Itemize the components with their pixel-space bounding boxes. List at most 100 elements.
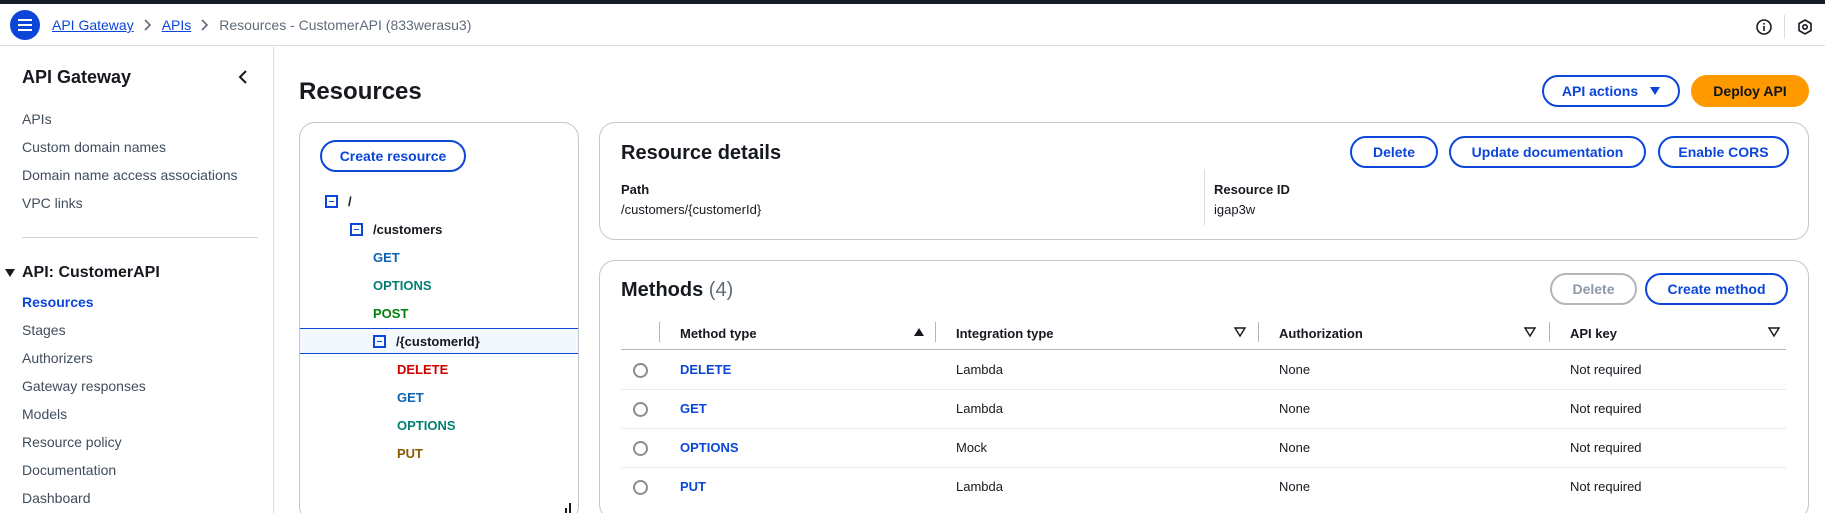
tree-node-label: /customers [373, 221, 443, 237]
sidebar-item-stages[interactable]: Stages [22, 322, 66, 338]
collapse-box-icon[interactable] [350, 222, 363, 236]
sidebar-title: API Gateway [22, 67, 132, 87]
cell-method[interactable]: PUT [680, 479, 706, 494]
table-row[interactable]: PUT Lambda None Not required [621, 468, 1786, 507]
deploy-api-button[interactable]: Deploy API [1691, 75, 1809, 107]
path-label: Path [621, 182, 650, 197]
api-actions-label: API actions [1561, 83, 1639, 99]
tree-method-delete[interactable]: DELETE [397, 359, 448, 379]
cell-method[interactable]: DELETE [680, 362, 731, 377]
sidebar-item-vpc-links[interactable]: VPC links [22, 195, 83, 211]
breadcrumb-api-gateway[interactable]: API Gateway [52, 17, 134, 33]
sidebar-item-domain-name-access[interactable]: Domain name access associations [22, 167, 238, 183]
chevron-right-icon [201, 19, 209, 31]
cell-method[interactable]: OPTIONS [680, 440, 739, 455]
tree-node-customer-id[interactable]: /{customerId} [373, 331, 480, 351]
sidebar-item-authorizers[interactable]: Authorizers [22, 350, 93, 366]
api-actions-button[interactable]: API actions [1542, 75, 1680, 107]
tree-node-label: / [348, 193, 352, 209]
sidebar-section-customerapi[interactable]: API: CustomerAPI [5, 264, 160, 282]
methods-title: Methods (4) [621, 279, 733, 302]
sidebar-item-resources[interactable]: Resources [22, 294, 94, 310]
collapse-box-icon[interactable] [325, 194, 338, 208]
row-radio[interactable] [633, 402, 648, 417]
sidebar: API Gateway APIs Custom domain names Dom… [0, 47, 274, 513]
collapse-box-icon[interactable] [373, 334, 386, 348]
cell-integration: Lambda [956, 401, 1003, 416]
path-value: /customers/{customerId} [621, 202, 762, 217]
sidebar-divider [22, 237, 258, 238]
resource-tree-panel: Create resource / /customers GET OPTIONS… [299, 122, 579, 513]
tree-method-post[interactable]: POST [373, 303, 408, 323]
tree-method-get[interactable]: GET [397, 387, 424, 407]
row-radio[interactable] [633, 363, 648, 378]
sidebar-section-label: API: CustomerAPI [22, 264, 160, 281]
column-method-type[interactable]: Method type [680, 326, 757, 341]
create-method-button[interactable]: Create method [1645, 273, 1788, 305]
sort-ascending-icon[interactable] [913, 326, 925, 338]
cell-integration: Mock [956, 440, 988, 455]
tree-method-options[interactable]: OPTIONS [373, 275, 432, 295]
cell-api-key: Not required [1570, 362, 1642, 377]
create-resource-button[interactable]: Create resource [320, 140, 466, 172]
cell-authorization: None [1279, 362, 1311, 377]
resource-details-card: Resource details Delete Update documenta… [599, 122, 1809, 240]
tree-node-root[interactable]: / [325, 191, 352, 211]
column-divider [1549, 322, 1550, 342]
tree-method-options[interactable]: OPTIONS [397, 415, 456, 435]
column-api-key[interactable]: API key [1570, 326, 1617, 341]
tree-method-put[interactable]: PUT [397, 443, 423, 463]
sidebar-item-documentation[interactable]: Documentation [22, 462, 116, 478]
cell-authorization: None [1279, 401, 1311, 416]
settings-hexagon-icon[interactable] [1795, 17, 1815, 37]
info-icon[interactable] [1754, 17, 1774, 37]
sidebar-item-gateway-responses[interactable]: Gateway responses [22, 378, 146, 394]
column-divider [659, 322, 660, 342]
cell-api-key: Not required [1570, 401, 1642, 416]
resource-details-title: Resource details [621, 142, 782, 164]
breadcrumb-current: Resources - CustomerAPI (833werasu3) [219, 17, 472, 33]
column-integration-type[interactable]: Integration type [956, 326, 1054, 341]
caret-down-icon [1650, 87, 1661, 95]
column-divider [1258, 322, 1259, 342]
cell-integration: Lambda [956, 362, 1003, 377]
delete-resource-button[interactable]: Delete [1350, 136, 1438, 168]
sort-descending-icon[interactable] [1768, 326, 1780, 338]
update-documentation-button[interactable]: Update documentation [1449, 136, 1646, 168]
enable-cors-button[interactable]: Enable CORS [1658, 136, 1789, 168]
sort-descending-icon[interactable] [1234, 326, 1246, 338]
header-divider [1784, 15, 1785, 39]
top-header: API Gateway APIs Resources - CustomerAPI… [0, 4, 1825, 46]
sidebar-item-custom-domain-names[interactable]: Custom domain names [22, 139, 166, 155]
breadcrumb-apis[interactable]: APIs [162, 17, 192, 33]
cell-authorization: None [1279, 479, 1311, 494]
cell-method[interactable]: GET [680, 401, 707, 416]
menu-icon [18, 19, 32, 31]
tree-node-customers[interactable]: /customers [350, 219, 442, 239]
table-row[interactable]: OPTIONS Mock None Not required [621, 429, 1786, 468]
page-title: Resources [299, 78, 422, 105]
sidebar-item-resource-policy[interactable]: Resource policy [22, 434, 122, 450]
tree-node-label: /{customerId} [396, 333, 480, 349]
delete-method-button[interactable]: Delete [1550, 273, 1637, 305]
column-authorization[interactable]: Authorization [1279, 326, 1363, 341]
tree-method-get[interactable]: GET [373, 247, 400, 267]
sidebar-item-apis[interactable]: APIs [22, 111, 52, 127]
sort-descending-icon[interactable] [1524, 326, 1536, 338]
column-divider [935, 322, 936, 342]
cell-api-key: Not required [1570, 440, 1642, 455]
resource-id-value: igap3w [1214, 202, 1256, 217]
chevron-left-icon[interactable] [236, 69, 250, 85]
resize-handle-icon[interactable] [562, 503, 572, 513]
row-radio[interactable] [633, 441, 648, 456]
methods-count: (4) [708, 279, 734, 301]
table-row[interactable]: GET Lambda None Not required [621, 390, 1786, 429]
cell-authorization: None [1279, 440, 1311, 455]
methods-title-label: Methods [621, 279, 704, 301]
menu-button[interactable] [10, 10, 40, 40]
sidebar-item-models[interactable]: Models [22, 406, 67, 422]
sidebar-item-dashboard[interactable]: Dashboard [22, 490, 91, 506]
row-radio[interactable] [633, 480, 648, 495]
table-row[interactable]: DELETE Lambda None Not required [621, 351, 1786, 390]
resource-id-label: Resource ID [1214, 182, 1290, 197]
